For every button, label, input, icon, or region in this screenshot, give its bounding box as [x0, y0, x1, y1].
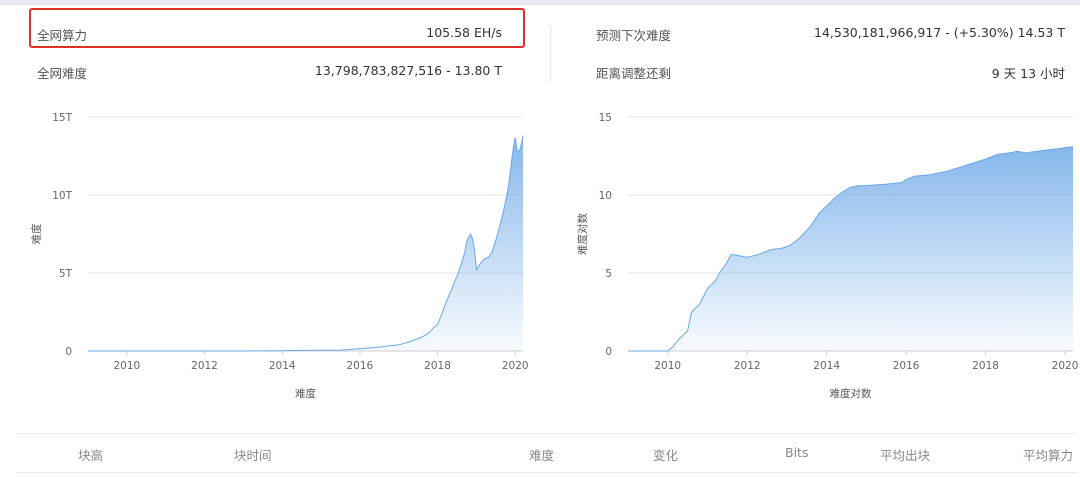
x-tick-label: 2016	[347, 360, 374, 372]
y-axis-title: 难度对数	[576, 213, 589, 255]
x-tick-label: 2012	[191, 360, 218, 372]
y-tick-label: 0	[65, 346, 72, 358]
y-tick-label: 10	[599, 190, 612, 202]
difficulty-log-chart: 0 5 10 15 2010 2012 2014 2016 2018 2020 难度对数 难度对数	[540, 0, 1080, 420]
y-tick-label: 5	[605, 268, 612, 280]
x-tick-label: 2014	[813, 360, 840, 372]
y-axis-title: 难度	[30, 223, 43, 244]
series-area	[628, 146, 1073, 351]
col-header-avg-hashrate[interactable]: 平均算力	[1023, 445, 1073, 464]
y-tick-label: 10T	[52, 190, 72, 202]
x-tick-label: 2016	[893, 360, 920, 372]
series-area	[88, 135, 523, 351]
x-axis-title: 难度	[295, 387, 316, 400]
x-tick-label: 2018	[424, 360, 451, 372]
difficulty-chart: 0 5T 10T 15T 2010 2012 2014 2016 2018 2020 难度 难度	[0, 0, 540, 420]
y-tick-label: 15	[599, 112, 612, 124]
x-tick-label: 2012	[734, 360, 761, 372]
col-header-change[interactable]: 变化	[653, 445, 678, 464]
blocks-table-header: 块高 块时间 难度 变化 Bits 平均出块 平均算力	[16, 433, 1078, 473]
x-tick-label: 2018	[972, 360, 999, 372]
y-tick-label: 15T	[52, 112, 72, 124]
col-header-avg-block-time[interactable]: 平均出块	[880, 445, 930, 464]
difficulty-chart-svg: 05T10T15T2010 2012 2014 2016 2018 2020难度难度	[30, 112, 529, 400]
x-tick-label: 2020	[502, 360, 529, 372]
y-tick-label: 5T	[59, 268, 73, 280]
x-tick-label: 2010	[654, 360, 681, 372]
col-header-height[interactable]: 块高	[78, 445, 103, 464]
x-tick-label: 2014	[269, 360, 296, 372]
col-header-bits[interactable]: Bits	[785, 445, 808, 460]
difficulty-log-chart-svg: 0510152010 2012 2014 2016 2018 2020难度对数难度对数	[576, 112, 1079, 400]
y-tick-label: 0	[605, 346, 612, 358]
x-axis-title: 难度对数	[830, 387, 872, 400]
x-tick-label: 2020	[1052, 360, 1079, 372]
x-tick-label: 2010	[113, 360, 140, 372]
col-header-time[interactable]: 块时间	[234, 445, 272, 464]
col-header-difficulty[interactable]: 难度	[529, 445, 554, 464]
